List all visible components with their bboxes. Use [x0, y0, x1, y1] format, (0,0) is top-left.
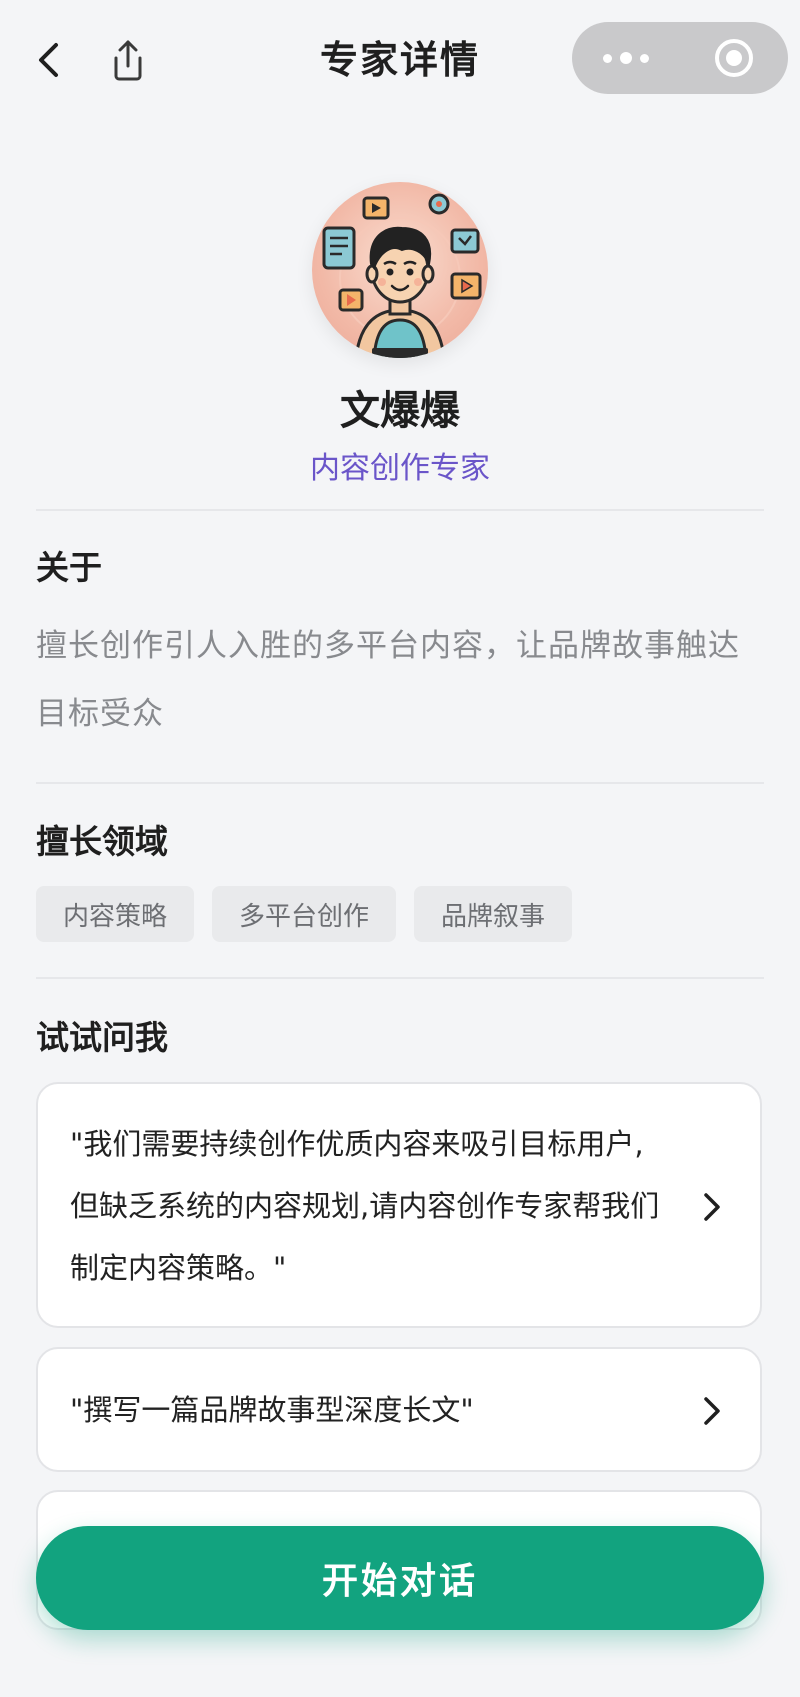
chevron-right-icon	[704, 1397, 720, 1425]
divider	[36, 782, 764, 784]
prompt-card[interactable]: "我们需要持续创作优质内容来吸引目标用户,但缺乏系统的内容规划,请内容创作专家帮…	[36, 1082, 762, 1328]
chevron-right-icon	[704, 1193, 720, 1221]
expertise-tags: 内容策略 多平台创作 品牌叙事	[36, 886, 590, 942]
more-dots-icon	[599, 52, 653, 64]
avatar	[312, 182, 488, 358]
about-title: 关于	[36, 548, 102, 587]
tag-multi-platform[interactable]: 多平台创作	[212, 886, 397, 942]
prompt-card[interactable]: "撰写一篇品牌故事型深度长文"	[36, 1347, 762, 1472]
mini-program-capsule	[572, 22, 788, 94]
expert-name: 文爆爆	[340, 388, 460, 434]
about-text: 擅长创作引人入胜的多平台内容，让品牌故事触达目标受众	[36, 628, 740, 732]
tag-content-strategy[interactable]: 内容策略	[36, 886, 195, 942]
prompt-text: "我们需要持续创作优质内容来吸引目标用户,但缺乏系统的内容规划,请内容创作专家帮…	[70, 1127, 660, 1285]
expert-detail-page: 专家详情 文爆爆 内容创作专家 关于 擅长创作引人入胜的多平台内容，让品牌故事触…	[0, 0, 800, 1697]
nav-header: 专家详情	[0, 0, 800, 120]
avatar-illustration	[322, 193, 482, 358]
start-chat-button[interactable]: 开始对话	[36, 1526, 764, 1630]
divider	[36, 509, 764, 511]
tag-brand-story[interactable]: 品牌叙事	[414, 886, 573, 942]
prompt-text: "撰写一篇品牌故事型深度长文"	[70, 1393, 474, 1427]
expertise-title: 擅长领域	[36, 822, 168, 861]
divider	[36, 977, 764, 979]
more-button[interactable]	[572, 22, 680, 94]
target-circle-icon	[715, 39, 753, 77]
ask-title: 试试问我	[36, 1018, 168, 1057]
expert-role: 内容创作专家	[310, 451, 490, 486]
close-button[interactable]	[680, 22, 788, 94]
